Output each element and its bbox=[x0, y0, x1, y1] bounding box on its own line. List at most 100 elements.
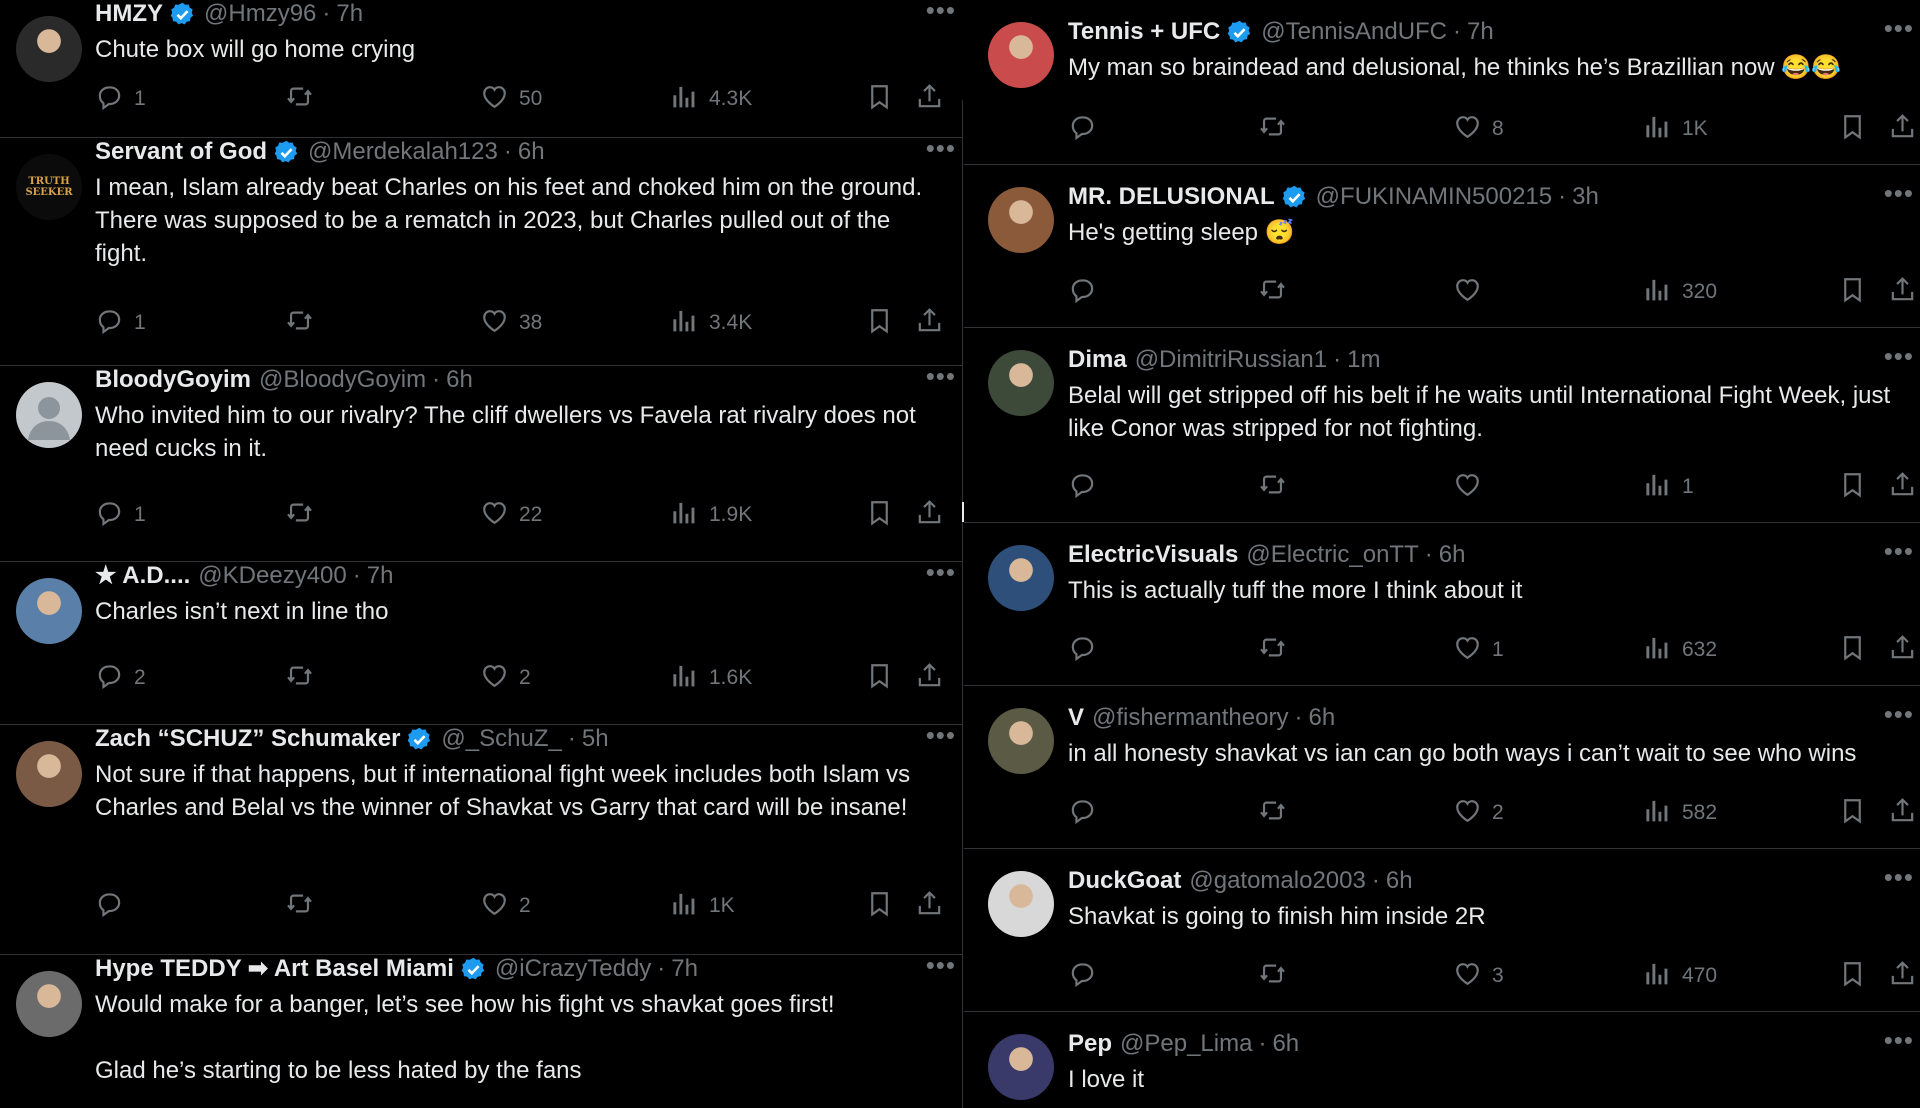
more-options-icon[interactable]: ••• bbox=[1884, 538, 1914, 564]
reply-tweet[interactable]: V @fishermantheory · 6h in all honesty s… bbox=[964, 686, 1920, 849]
views-button[interactable]: 1.6K bbox=[670, 661, 752, 695]
repost-button[interactable] bbox=[1258, 959, 1297, 993]
timestamp[interactable]: 6h bbox=[1386, 865, 1413, 897]
display-name[interactable]: Zach “SCHUZ” Schumaker bbox=[95, 723, 400, 755]
more-options-icon[interactable]: ••• bbox=[1884, 864, 1914, 890]
handle[interactable]: @BloodyGoyim bbox=[259, 364, 426, 396]
bookmark-button[interactable] bbox=[865, 82, 894, 116]
more-options-icon[interactable]: ••• bbox=[926, 0, 956, 23]
reply-tweet[interactable]: Tennis + UFC @TennisAndUFC · 7h My man s… bbox=[964, 0, 1920, 165]
bookmark-button[interactable] bbox=[865, 306, 894, 340]
handle[interactable]: @gatomalo2003 bbox=[1189, 865, 1365, 897]
handle[interactable]: @Pep_Lima bbox=[1120, 1028, 1252, 1060]
timestamp[interactable]: 7h bbox=[367, 560, 394, 592]
reply-button[interactable]: 2 bbox=[95, 661, 146, 695]
avatar[interactable]: TRUTH SEEKER bbox=[16, 154, 82, 220]
handle[interactable]: @Electric_onTT bbox=[1246, 539, 1418, 571]
share-button[interactable] bbox=[915, 661, 944, 695]
repost-button[interactable] bbox=[285, 306, 324, 340]
share-button[interactable] bbox=[915, 82, 944, 116]
like-button[interactable]: 2 bbox=[480, 889, 531, 923]
bookmark-button[interactable] bbox=[865, 661, 894, 695]
display-name[interactable]: HMZY bbox=[95, 0, 163, 30]
display-name[interactable]: BloodyGoyim bbox=[95, 364, 251, 396]
timestamp[interactable]: 1m bbox=[1347, 344, 1380, 376]
share-button[interactable] bbox=[1888, 275, 1917, 309]
avatar[interactable] bbox=[988, 1034, 1054, 1100]
avatar[interactable] bbox=[988, 708, 1054, 774]
display-name[interactable]: DuckGoat bbox=[1068, 865, 1181, 897]
display-name[interactable]: MR. DELUSIONAL bbox=[1068, 181, 1275, 213]
reply-button[interactable] bbox=[1068, 796, 1107, 830]
like-button[interactable]: 1 bbox=[1453, 633, 1504, 667]
reply-tweet[interactable]: ElectricVisuals @Electric_onTT · 6h This… bbox=[964, 523, 1920, 686]
like-button[interactable]: 3 bbox=[1453, 959, 1504, 993]
avatar[interactable] bbox=[16, 382, 82, 448]
reply-button[interactable] bbox=[1068, 112, 1107, 146]
share-button[interactable] bbox=[1888, 470, 1917, 504]
timestamp[interactable]: 3h bbox=[1572, 181, 1599, 213]
avatar[interactable] bbox=[988, 350, 1054, 416]
more-options-icon[interactable]: ••• bbox=[1884, 1027, 1914, 1053]
display-name[interactable]: V bbox=[1068, 702, 1084, 734]
handle[interactable]: @iCrazyTeddy bbox=[495, 953, 651, 985]
reply-button[interactable] bbox=[1068, 275, 1107, 309]
repost-button[interactable] bbox=[1258, 112, 1297, 146]
avatar[interactable] bbox=[16, 16, 82, 82]
handle[interactable]: @_SchuZ_ bbox=[441, 723, 561, 755]
reply-tweet[interactable]: Hype TEDDY ➡ Art Basel Miami @iCrazyTedd… bbox=[0, 952, 962, 1108]
more-options-icon[interactable]: ••• bbox=[1884, 701, 1914, 727]
timestamp[interactable]: 7h bbox=[1467, 16, 1494, 48]
views-button[interactable]: 470 bbox=[1643, 959, 1717, 993]
bookmark-button[interactable] bbox=[1838, 633, 1867, 667]
repost-button[interactable] bbox=[1258, 633, 1297, 667]
reply-button[interactable] bbox=[1068, 633, 1107, 667]
bookmark-button[interactable] bbox=[1838, 796, 1867, 830]
more-options-icon[interactable]: ••• bbox=[1884, 15, 1914, 41]
like-button[interactable]: 2 bbox=[480, 661, 531, 695]
reply-button[interactable] bbox=[1068, 959, 1107, 993]
reply-button[interactable] bbox=[1068, 470, 1107, 504]
like-button[interactable]: 22 bbox=[480, 498, 542, 532]
views-button[interactable]: 582 bbox=[1643, 796, 1717, 830]
timestamp[interactable]: 5h bbox=[582, 723, 609, 755]
handle[interactable]: @Hmzy96 bbox=[204, 0, 316, 30]
timestamp[interactable]: 6h bbox=[446, 364, 473, 396]
more-options-icon[interactable]: ••• bbox=[1884, 180, 1914, 206]
more-options-icon[interactable]: ••• bbox=[926, 722, 956, 748]
display-name[interactable]: Dima bbox=[1068, 344, 1127, 376]
handle[interactable]: @TennisAndUFC bbox=[1261, 16, 1447, 48]
reply-button[interactable]: 1 bbox=[95, 82, 146, 116]
display-name[interactable]: Hype TEDDY ➡ Art Basel Miami bbox=[95, 953, 454, 985]
share-button[interactable] bbox=[1888, 796, 1917, 830]
like-button[interactable]: 50 bbox=[480, 82, 542, 116]
like-button[interactable]: 38 bbox=[480, 306, 542, 340]
like-button[interactable] bbox=[1453, 470, 1492, 504]
timestamp[interactable]: 6h bbox=[1439, 539, 1466, 571]
bookmark-button[interactable] bbox=[1838, 112, 1867, 146]
display-name[interactable]: ElectricVisuals bbox=[1068, 539, 1238, 571]
views-button[interactable]: 1.9K bbox=[670, 498, 752, 532]
timestamp[interactable]: 7h bbox=[671, 953, 698, 985]
reply-button[interactable]: 1 bbox=[95, 306, 146, 340]
avatar[interactable] bbox=[988, 545, 1054, 611]
avatar[interactable] bbox=[16, 971, 82, 1037]
avatar[interactable] bbox=[988, 22, 1054, 88]
like-button[interactable] bbox=[1453, 275, 1492, 309]
display-name[interactable]: ★ A.D.... bbox=[95, 560, 190, 592]
reply-tweet[interactable]: Zach “SCHUZ” Schumaker @_SchuZ_ · 5h Not… bbox=[0, 722, 962, 955]
display-name[interactable]: Tennis + UFC bbox=[1068, 16, 1220, 48]
views-button[interactable]: 1K bbox=[670, 889, 735, 923]
reply-tweet[interactable]: MR. DELUSIONAL @FUKINAMIN500215 · 3h He'… bbox=[964, 165, 1920, 328]
reply-tweet[interactable]: Dima @DimitriRussian1 · 1m Belal will ge… bbox=[964, 328, 1920, 523]
share-button[interactable] bbox=[915, 498, 944, 532]
handle[interactable]: @KDeezy400 bbox=[198, 560, 346, 592]
views-button[interactable]: 1K bbox=[1643, 112, 1708, 146]
reply-button[interactable]: 1 bbox=[95, 498, 146, 532]
handle[interactable]: @FUKINAMIN500215 bbox=[1316, 181, 1552, 213]
reply-tweet[interactable]: BloodyGoyim @BloodyGoyim · 6h Who invite… bbox=[0, 363, 962, 562]
bookmark-button[interactable] bbox=[1838, 275, 1867, 309]
repost-button[interactable] bbox=[1258, 275, 1297, 309]
views-button[interactable]: 4.3K bbox=[670, 82, 752, 116]
more-options-icon[interactable]: ••• bbox=[926, 135, 956, 161]
